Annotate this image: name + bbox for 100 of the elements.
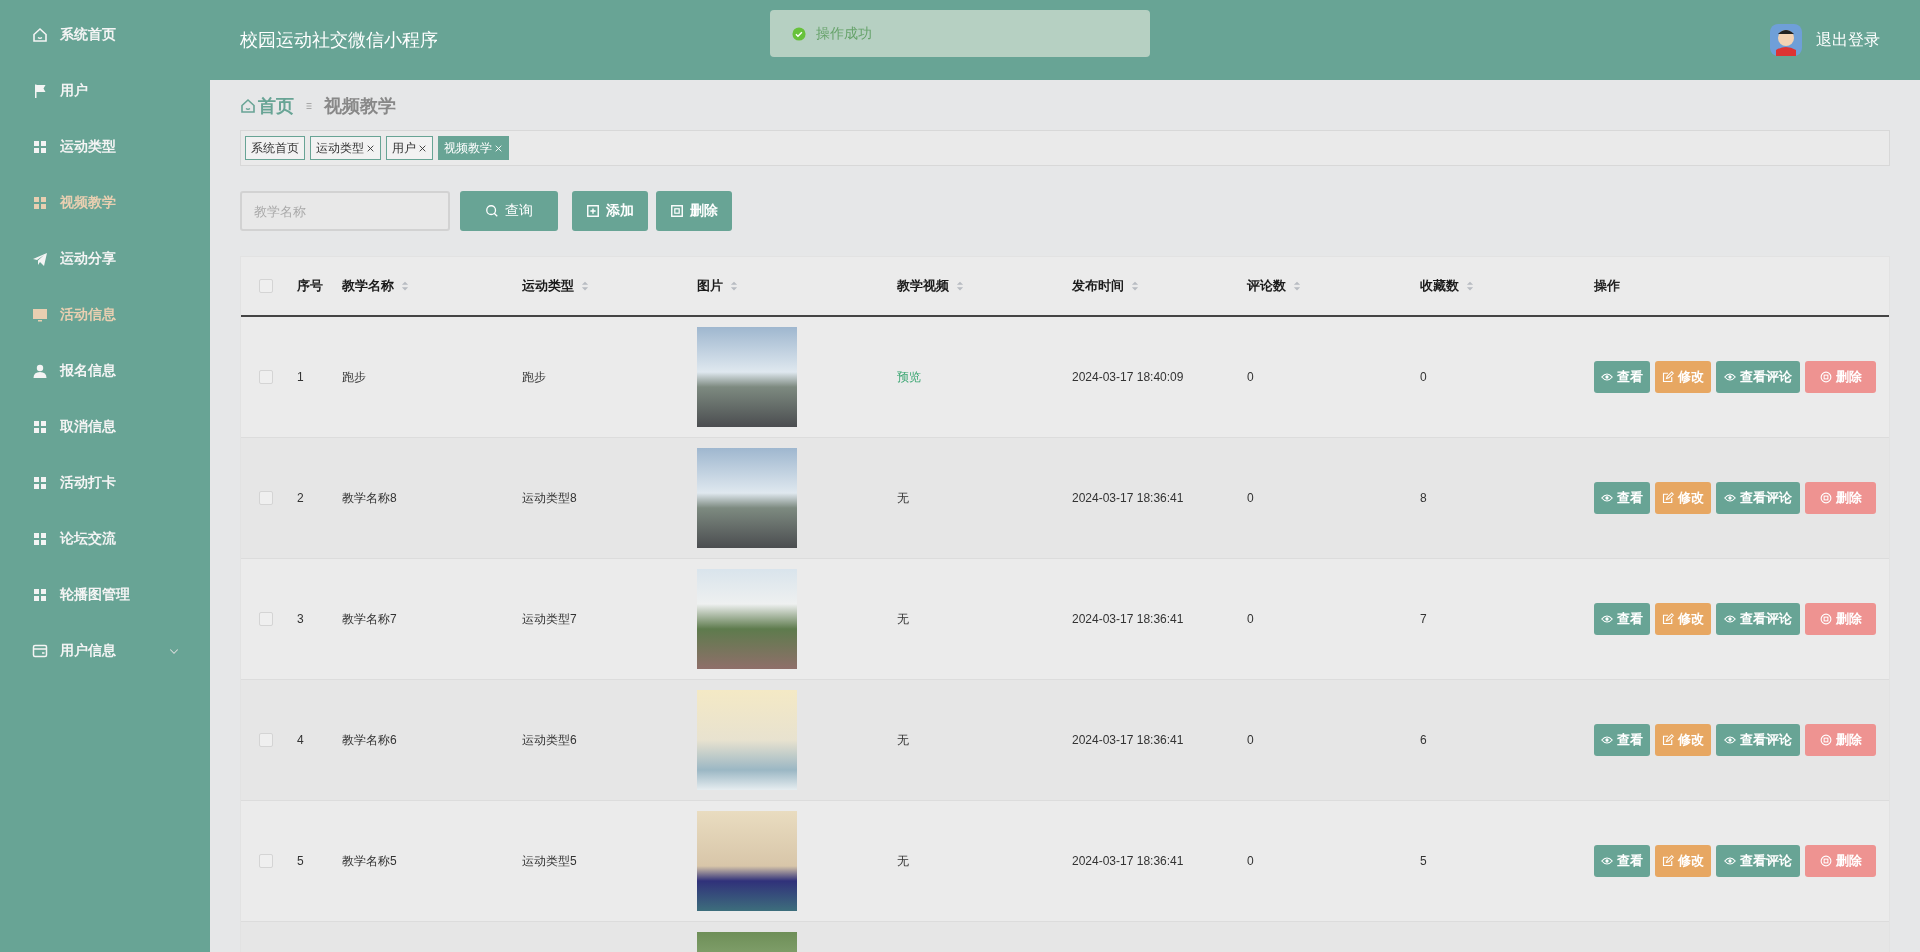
- tab[interactable]: 系统首页: [245, 136, 305, 160]
- edit-button[interactable]: 修改: [1655, 724, 1711, 756]
- edit-icon: [1662, 371, 1674, 383]
- view-button[interactable]: 查看: [1594, 482, 1650, 514]
- delete-button[interactable]: 删除: [1805, 482, 1876, 514]
- edit-button[interactable]: 修改: [1655, 845, 1711, 877]
- grid-icon: [32, 475, 48, 491]
- circle-stop-icon: [1819, 734, 1832, 746]
- breadcrumb-current: 视频教学: [324, 95, 396, 118]
- grid-icon: [32, 531, 48, 547]
- column-header[interactable]: 教学名称: [342, 275, 410, 297]
- view-button[interactable]: 查看评论: [1716, 482, 1800, 514]
- table-cell: 1: [297, 370, 304, 384]
- delete-button[interactable]: 删除: [656, 191, 732, 231]
- column-header[interactable]: 操作: [1594, 275, 1620, 297]
- view-button[interactable]: 查看评论: [1716, 361, 1800, 393]
- sidebar-item[interactable]: 视频教学: [0, 175, 210, 231]
- table-cell: 教学名称8: [342, 489, 397, 507]
- table-cell: 2024-03-17 18:36:41: [1072, 612, 1184, 626]
- table-cell: 2024-03-17 18:36:41: [1072, 491, 1184, 505]
- row-checkbox[interactable]: [259, 733, 273, 747]
- flag-icon: [32, 83, 48, 99]
- sidebar-item[interactable]: 运动分享: [0, 231, 210, 287]
- table-cell: 0: [1247, 612, 1254, 626]
- edit-button[interactable]: 修改: [1655, 482, 1711, 514]
- sort-icon: [955, 279, 965, 293]
- close-icon: [366, 143, 375, 153]
- table-cell: 无: [897, 610, 909, 628]
- sort-icon: [1292, 279, 1302, 293]
- tab[interactable]: 视频教学: [438, 136, 509, 160]
- delete-button[interactable]: 删除: [1805, 845, 1876, 877]
- search-button[interactable]: 查询: [460, 191, 558, 231]
- grid-icon: [32, 587, 48, 603]
- table-cell: 6: [1420, 733, 1427, 747]
- circle-stop-icon: [1819, 613, 1832, 625]
- table-cell: 0: [1247, 854, 1254, 868]
- tab[interactable]: 运动类型: [310, 136, 381, 160]
- eye-icon: [1601, 371, 1613, 383]
- circle-stop-icon: [1819, 371, 1832, 383]
- table-cell: 跑步: [522, 368, 546, 386]
- sidebar-item[interactable]: 报名信息: [0, 343, 210, 399]
- tab[interactable]: 用户: [386, 136, 433, 160]
- sidebar-item[interactable]: 活动信息: [0, 287, 210, 343]
- view-button[interactable]: 查看评论: [1716, 845, 1800, 877]
- view-button[interactable]: 查看评论: [1716, 724, 1800, 756]
- eye-icon: [1724, 371, 1736, 383]
- eye-icon: [1724, 855, 1736, 867]
- sidebar-item[interactable]: 系统首页: [0, 7, 210, 63]
- column-header[interactable]: 序号: [297, 275, 323, 297]
- view-button[interactable]: 查看评论: [1716, 603, 1800, 635]
- column-header[interactable]: 收藏数: [1420, 275, 1475, 297]
- table-cell: 4: [297, 733, 304, 747]
- sidebar-item[interactable]: 取消信息: [0, 399, 210, 455]
- sidebar-item[interactable]: 论坛交流: [0, 511, 210, 567]
- row-checkbox[interactable]: [259, 854, 273, 868]
- sidebar-item[interactable]: 用户信息: [0, 623, 210, 679]
- edit-button[interactable]: 修改: [1655, 603, 1711, 635]
- user-icon: [32, 363, 48, 379]
- select-all-checkbox[interactable]: [259, 279, 273, 293]
- view-button[interactable]: 查看: [1594, 724, 1650, 756]
- row-checkbox[interactable]: [259, 612, 273, 626]
- add-button[interactable]: 添加: [572, 191, 648, 231]
- view-button[interactable]: 查看: [1594, 603, 1650, 635]
- sidebar-item[interactable]: 用户: [0, 63, 210, 119]
- logout-link[interactable]: 退出登录: [1816, 29, 1880, 51]
- delete-button[interactable]: 删除: [1805, 724, 1876, 756]
- column-header[interactable]: 评论数: [1247, 275, 1302, 297]
- search-field[interactable]: 教学名称: [240, 191, 450, 231]
- row-checkbox[interactable]: [259, 491, 273, 505]
- preview-link[interactable]: 预览: [897, 368, 921, 386]
- square-icon: [670, 204, 684, 218]
- eye-icon: [1601, 734, 1613, 746]
- edit-icon: [1662, 855, 1674, 867]
- column-header[interactable]: 发布时间: [1072, 275, 1140, 297]
- table-cell: 2024-03-17 18:40:09: [1072, 370, 1184, 384]
- app-title: 校园运动社交微信小程序: [240, 29, 438, 52]
- column-header[interactable]: 教学视频: [897, 275, 965, 297]
- eye-icon: [1724, 613, 1736, 625]
- view-button[interactable]: 查看: [1594, 845, 1650, 877]
- table-cell: 5: [1420, 854, 1427, 868]
- close-icon: [494, 143, 503, 153]
- card-icon: [32, 643, 48, 659]
- circle-stop-icon: [1819, 855, 1832, 867]
- column-header[interactable]: 运动类型: [522, 275, 590, 297]
- sidebar-item[interactable]: 运动类型: [0, 119, 210, 175]
- delete-button[interactable]: 删除: [1805, 361, 1876, 393]
- breadcrumb-home-link[interactable]: 首页: [240, 94, 294, 118]
- table-cell: 2024-03-17 18:36:41: [1072, 854, 1184, 868]
- sidebar-item[interactable]: 活动打卡: [0, 455, 210, 511]
- sidebar-item[interactable]: 轮播图管理: [0, 567, 210, 623]
- edit-button[interactable]: 修改: [1655, 361, 1711, 393]
- column-header[interactable]: 图片: [697, 275, 739, 297]
- table-cell: 运动类型6: [522, 731, 577, 749]
- view-button[interactable]: 查看: [1594, 361, 1650, 393]
- table-cell: 运动类型7: [522, 610, 577, 628]
- plus-square-icon: [586, 204, 600, 218]
- edit-icon: [1662, 492, 1674, 504]
- row-checkbox[interactable]: [259, 370, 273, 384]
- delete-button[interactable]: 删除: [1805, 603, 1876, 635]
- eye-icon: [1601, 492, 1613, 504]
